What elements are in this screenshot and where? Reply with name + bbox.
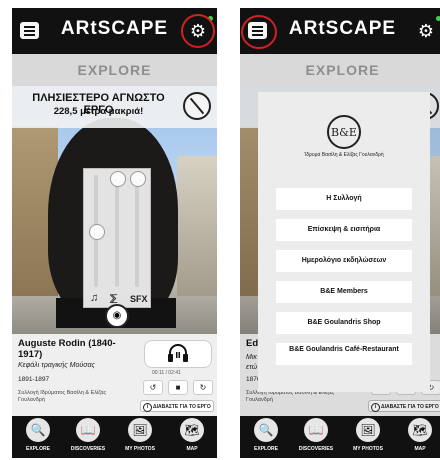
audio-time: 00:11 / 02:41 [152,370,181,376]
headphones-icon [168,344,188,362]
phone-screen-explore: ARtSCAPE ⚙ EXPLORE ΠΛΗΣΙΕΣΤΕΡΟ ΑΓΝΩΣΤΟ Ε… [12,8,217,458]
nav-map[interactable]: 🗺 MAP [172,418,212,452]
svg-text:B&E: B&E [331,126,357,139]
sfx-slider-knob[interactable] [130,171,146,187]
music-slider-knob[interactable] [89,224,105,240]
compass-icon[interactable] [183,92,211,120]
music-note-icon: ♫ [90,292,99,304]
photos-icon: 🖼 [128,418,152,442]
side-menu-panel: B&E Ίδρυμα Βασίλη & Ελίζας Γουλανδρή Η Σ… [258,92,430,392]
artwork-owner: Συλλογή Ιδρύματος Βασίλη & Ελίζας Γουλαν… [18,390,107,403]
nav-my-photos[interactable]: 🖼 MY PHOTOS [120,418,160,452]
search-icon: 🔍 [254,418,278,442]
nav-map[interactable]: 🗺 MAP [400,418,440,452]
read-about-artwork-button[interactable]: i ΔΙΑΒΑΣΤΕ ΓΙΑ ΤΟ ΕΡΓΟ [140,400,214,412]
status-dot [436,16,440,21]
nav-explore[interactable]: 🔍 EXPLORE [18,418,58,452]
settings-gear-icon[interactable]: ⚙ [415,16,440,42]
menu-highlight-ring [241,15,277,49]
sfx-label: SFX [130,294,148,304]
nav-explore[interactable]: 🔍 EXPLORE [246,418,286,452]
voice-slider-track[interactable] [115,175,119,287]
menu-item-visit-tickets[interactable]: Επίσκεψη & εισιτήρια [276,219,412,241]
audio-mixer-panel: ♫ ⅀ SFX [83,168,151,308]
section-title: EXPLORE [12,54,217,86]
background-building [177,156,217,296]
nearest-distance: 228,5 μέτρα μακριά! [53,106,144,117]
forward-icon[interactable]: ↻ [193,380,213,395]
nav-discoveries[interactable]: 📖 DISCOVERIES [296,418,336,452]
book-icon: 📖 [76,418,100,442]
voice-icon: ⅀ [110,293,118,303]
menu-item-members[interactable]: B&E Members [276,281,412,303]
menu-item-collection[interactable]: Η Συλλογή [276,188,412,210]
nav-discoveries[interactable]: 📖 DISCOVERIES [68,418,108,452]
artwork-title: Κεφάλι τραγικής Μούσας [18,362,95,369]
voice-slider-knob[interactable] [110,171,126,187]
artwork-artist: Auguste Rodin (1840-1917) [18,338,116,360]
bottom-nav: 🔍 EXPLORE 📖 DISCOVERIES 🖼 MY PHOTOS 🗺 MAP [12,416,217,458]
phone-screen-menu: ARtSCAPE ⚙ EXPLORE Edg Μικ ετώ 1876-1881… [240,8,440,458]
rewind-icon[interactable]: ↺ [143,380,163,395]
stop-icon[interactable]: ■ [168,380,188,395]
section-title: EXPLORE [240,54,440,86]
sfx-slider-track[interactable] [135,175,139,287]
artwork-info-panel: Auguste Rodin (1840-1917) Κεφάλι τραγική… [12,334,217,416]
menu-item-cafe-restaurant[interactable]: B&E Goulandris Café-Restaurant [276,343,412,365]
artwork-years: 1891-1897 [18,376,50,383]
camera-button[interactable]: ◉ [105,304,129,328]
nearest-artwork-banner[interactable]: ΠΛΗΣΙΕΣΤΕΡΟ ΑΓΝΩΣΤΟ ΕΡΓΟ 228,5 μέτρα μακ… [12,86,217,128]
map-icon: 🗺 [180,418,204,442]
search-icon: 🔍 [26,418,50,442]
menu-item-events-calendar[interactable]: Ημερολόγιο εκδηλώσεων [276,250,412,272]
photos-icon: 🖼 [356,418,380,442]
museum-name: Ίδρυμα Βασίλη & Ελίζας Γουλανδρή [304,152,384,158]
museum-logo: B&E [327,115,361,149]
book-icon: 📖 [304,418,328,442]
read-more-label: ΔΙΑΒΑΣΤΕ ΓΙΑ ΤΟ ΕΡΓΟ [153,404,211,410]
gear-highlight-ring [181,14,215,48]
info-icon: i [143,403,152,412]
nav-my-photos[interactable]: 🖼 MY PHOTOS [348,418,388,452]
menu-item-shop[interactable]: B&E Goulandris Shop [276,312,412,334]
bottom-nav: 🔍 EXPLORE 📖 DISCOVERIES 🖼 MY PHOTOS 🗺 MAP [240,416,440,458]
map-icon: 🗺 [408,418,432,442]
audio-guide-button[interactable] [144,340,212,368]
